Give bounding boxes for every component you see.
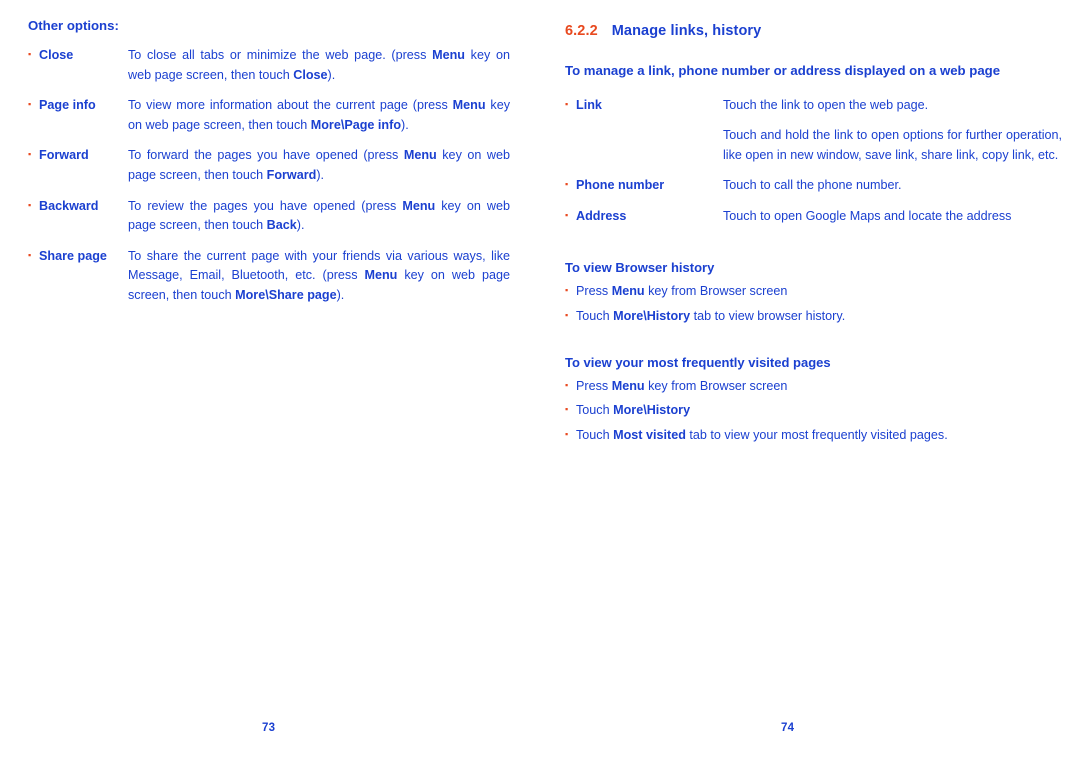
bullet-icon: ▪ (28, 249, 32, 260)
term-label: Phone number (576, 178, 665, 193)
term-description: Touch to open Google Maps and locate the… (723, 207, 1062, 227)
term-description: To close all tabs or minimize the web pa… (128, 46, 510, 85)
definition-row: ▪ Address Touch to open Google Maps and … (565, 207, 1062, 227)
bullet-icon: ▪ (565, 209, 569, 220)
term-label: Link (576, 97, 602, 112)
page-number-left: 73 (262, 722, 276, 734)
list-item-text: Press Menu key from Browser screen (576, 284, 788, 299)
description-paragraph: To close all tabs or minimize the web pa… (128, 48, 510, 82)
definition-row: ▪ Share page To share the current page w… (28, 247, 510, 306)
left-page: Other options: ▪ Close To close all tabs… (0, 0, 540, 767)
other-options-list: ▪ Close To close all tabs or minimize th… (28, 46, 510, 306)
term-description: Touch to call the phone number. (723, 176, 1062, 196)
description-paragraph: To share the current page with your frie… (128, 248, 510, 302)
browser-history-list: ▪ Press Menu key from Browser screen ▪ T… (565, 282, 1062, 326)
list-item-text: Touch More\History tab to view browser h… (576, 309, 846, 324)
list-item-text: Press Menu key from Browser screen (576, 378, 788, 393)
definition-row: ▪ Page info To view more information abo… (28, 96, 510, 135)
term-label: Close (39, 48, 74, 62)
manage-link-heading: To manage a link, phone number or addres… (565, 63, 1001, 78)
bullet-icon: ▪ (565, 310, 569, 321)
description-paragraph: Touch to call the phone number. (723, 178, 902, 193)
description-paragraph: To forward the pages you have opened (pr… (128, 148, 510, 182)
page-spread: Other options: ▪ Close To close all tabs… (0, 0, 1080, 767)
term-description: Touch the link to open the web page. Tou… (723, 96, 1062, 166)
browser-history-heading: To view Browser history (565, 260, 715, 276)
section-number: 6.2.2 (565, 23, 598, 39)
list-item-text: Touch More\History (576, 403, 691, 418)
most-visited-heading: To view your most frequently visited pag… (565, 354, 831, 370)
definition-row: ▪ Link Touch the link to open the web pa… (565, 96, 1062, 166)
term-label: Share page (39, 248, 107, 263)
term-description: To share the current page with your frie… (128, 247, 510, 306)
list-item: ▪ Touch More\History tab to view browser… (565, 307, 1062, 327)
term-label: Backward (39, 198, 99, 213)
bullet-icon: ▪ (28, 149, 32, 160)
bullet-icon: ▪ (565, 379, 569, 390)
definition-row: ▪ Backward To review the pages you have … (28, 197, 510, 236)
most-visited-list: ▪ Press Menu key from Browser screen ▪ T… (565, 377, 1062, 446)
term-description: To review the pages you have opened (pre… (128, 197, 510, 236)
list-item: ▪ Touch Most visited tab to view your mo… (565, 426, 1062, 446)
bullet-icon: ▪ (565, 179, 569, 190)
term-label: Forward (39, 148, 89, 163)
description-paragraph: To view more information about the curre… (128, 98, 510, 132)
section-heading: 6.2.2 Manage links, history (565, 23, 1062, 39)
list-item: ▪ Press Menu key from Browser screen (565, 377, 1062, 397)
bullet-icon: ▪ (565, 428, 569, 439)
description-paragraph: To review the pages you have opened (pre… (128, 198, 510, 233)
term-label: Address (576, 208, 627, 223)
bullet-icon: ▪ (28, 199, 32, 210)
definition-row: ▪ Forward To forward the pages you have … (28, 146, 510, 185)
section-title: Manage links, history (611, 23, 762, 39)
term-description: To view more information about the curre… (128, 96, 510, 135)
description-paragraph: Touch the link to open the web page. (723, 97, 929, 112)
definition-row: ▪ Phone number Touch to call the phone n… (565, 176, 1062, 196)
page-number-right: 74 (781, 722, 795, 734)
bullet-icon: ▪ (28, 49, 32, 59)
list-item-text: Touch Most visited tab to view your most… (576, 427, 948, 442)
right-page: 6.2.2 Manage links, history To manage a l… (540, 0, 1080, 767)
list-item: ▪ Touch More\History (565, 401, 1062, 421)
term-label: Page info (39, 98, 96, 113)
other-options-heading: Other options: (28, 18, 119, 33)
description-paragraph: Touch to open Google Maps and locate the… (723, 208, 1012, 223)
manage-link-list: ▪ Link Touch the link to open the web pa… (565, 96, 1062, 227)
bullet-icon: ▪ (565, 404, 569, 415)
bullet-icon: ▪ (28, 99, 32, 110)
bullet-icon: ▪ (565, 98, 569, 109)
list-item: ▪ Press Menu key from Browser screen (565, 282, 1062, 302)
definition-row: ▪ Close To close all tabs or minimize th… (28, 46, 510, 85)
term-description: To forward the pages you have opened (pr… (128, 146, 510, 185)
description-paragraph: Touch and hold the link to open options … (723, 128, 1062, 162)
bullet-icon: ▪ (565, 285, 569, 296)
